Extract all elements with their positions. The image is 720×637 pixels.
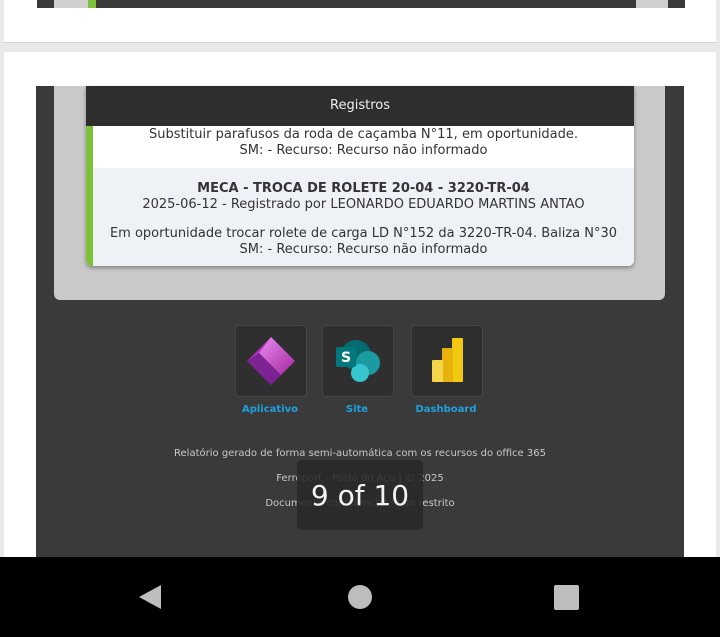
previous-page-dark-strip [37, 0, 685, 8]
power-bi-icon [432, 338, 463, 382]
app-links: S Aplicativo Site Dashboard [235, 325, 485, 415]
app-link-site[interactable]: S [322, 325, 394, 397]
record-title: MECA - TROCA DE ROLETE 20-04 - 3220-TR-0… [197, 181, 530, 196]
previous-page-card [4, 0, 716, 43]
app-link-dashboard[interactable] [411, 325, 483, 397]
sharepoint-icon: S [336, 340, 380, 382]
record-description: Em oportunidade trocar rolete de carga L… [109, 226, 618, 241]
previous-page-gray-edge-right [636, 0, 668, 8]
back-icon[interactable] [137, 583, 163, 611]
record-item: MECA - TROCA DE ROLETE 20-04 - 3220-TR-0… [86, 168, 634, 266]
record-description: Substituir parafusos da roda de caçamba … [148, 127, 579, 142]
app-label-site[interactable]: Site [322, 404, 392, 415]
previous-page-green-accent [88, 0, 96, 8]
record-resource: SM: - Recurso: Recurso não informado [239, 241, 488, 257]
recents-icon[interactable] [554, 585, 579, 610]
app-link-aplicativo[interactable] [235, 325, 307, 397]
record-meta: 2025-06-12 - Registrado por LEONARDO EDU… [142, 196, 585, 212]
record-item: Substituir parafusos da roda de caçamba … [86, 126, 634, 168]
app-label-dashboard[interactable]: Dashboard [411, 404, 481, 415]
svg-text:S: S [341, 350, 351, 366]
power-apps-icon [247, 337, 295, 385]
android-navigation-bar [0, 557, 720, 637]
page-counter-toast: 9 of 10 [297, 460, 423, 530]
records-frame: Registros Substituir parafusos da roda d… [54, 86, 665, 300]
app-label-aplicativo[interactable]: Aplicativo [235, 404, 305, 415]
records-card: Registros Substituir parafusos da roda d… [86, 86, 634, 266]
record-resource: SM: - Recurso: Recurso não informado [239, 142, 488, 158]
home-icon[interactable] [347, 584, 373, 610]
footer-generated-note: Relatório gerado de forma semi-automátic… [174, 448, 546, 459]
records-header: Registros [86, 86, 634, 126]
